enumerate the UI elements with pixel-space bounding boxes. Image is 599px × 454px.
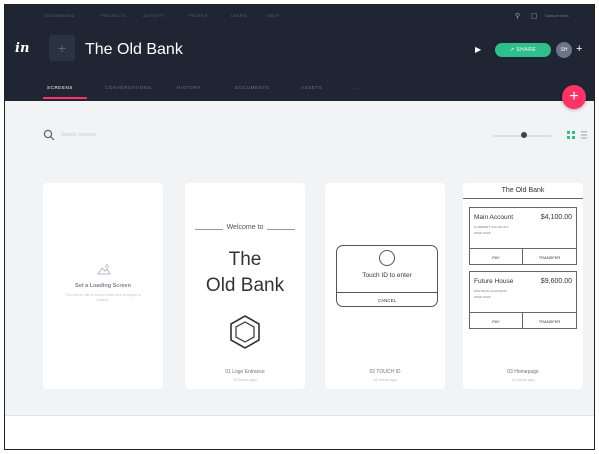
screen-timestamp: 15 hours ago (511, 377, 535, 382)
fingerprint-icon (379, 250, 395, 266)
screen-card-logo-entrance[interactable]: Welcome to The Old Bank 01 Logo Entrance… (185, 183, 305, 389)
nav-help[interactable]: HELP (267, 13, 279, 18)
welcome-text: Welcome to (185, 224, 305, 231)
tab-history[interactable]: HISTORY (177, 85, 201, 90)
loading-screen-title: Set a Loading Screen (75, 283, 131, 289)
nav-activity[interactable]: ACTIVITY (143, 13, 165, 18)
footer-area (5, 416, 594, 449)
welcome-label: Welcome to (222, 224, 268, 231)
account-name: Future House (474, 278, 514, 285)
app-window: DASHBOARD PROJECTS ACTIVITY PEOPLE LEARN… (4, 4, 595, 450)
project-tabs: SCREENS CONVERSATIONS HISTORY DOCUMENTS … (5, 77, 594, 101)
add-collaborator-icon[interactable]: + (576, 43, 582, 55)
touch-id-prompt: Touch ID to enter (362, 272, 412, 279)
logo-title-line1: The (228, 249, 262, 270)
screen-name: 01 Logo Entrance (225, 369, 265, 375)
logo-title-line2: Old Bank (205, 275, 285, 296)
avatar[interactable]: SH (556, 42, 572, 58)
account-name: Main Account (474, 214, 514, 221)
global-nav: DASHBOARD PROJECTS ACTIVITY PEOPLE LEARN… (5, 5, 594, 27)
homepage-header: The Old Bank (463, 183, 583, 199)
tab-more[interactable]: ... (353, 85, 359, 90)
share-label: SHARE (516, 47, 537, 53)
tab-assets[interactable]: ASSETS (301, 85, 322, 90)
add-screen-button[interactable]: + (562, 85, 586, 109)
project-title[interactable]: The Old Bank (85, 41, 183, 59)
tab-screens[interactable]: SCREENS (47, 85, 73, 90)
invision-logo[interactable]: in (15, 41, 29, 56)
screen-name: 03 Homepage (507, 369, 539, 375)
screen-timestamp: 15 hours ago (233, 377, 257, 382)
screen-name: 02 TOUCH ID (369, 369, 401, 375)
account-balance: $4,100.00 (540, 214, 572, 221)
account-number: 0000-0000 (474, 231, 492, 235)
active-tab-indicator (43, 97, 87, 99)
screen-timestamp: 15 hours ago (373, 377, 397, 382)
hexagon-logo-icon (230, 315, 260, 349)
user-menu[interactable]: Samuel Hess (545, 13, 569, 18)
tab-conversations[interactable]: CONVERSATIONS (105, 85, 151, 90)
account-type: CURRENT ACCOUNT (474, 225, 509, 229)
touch-id-cancel: CANCEL (337, 292, 437, 307)
account-type: SAVINGS ACCOUNT (474, 289, 508, 293)
nav-people[interactable]: PEOPLE (189, 13, 208, 18)
global-search-icon[interactable]: ⚲ (515, 12, 520, 20)
account-card-main: Main Account $4,100.00 CURRENT ACCOUNT 0… (469, 207, 577, 265)
transfer-label: TRANSFER (538, 319, 561, 324)
search-icon[interactable] (43, 129, 55, 141)
pay-label: PAY (470, 313, 523, 329)
touch-id-dialog: Touch ID to enter CANCEL (336, 245, 438, 307)
transfer-label: TRANSFER (538, 255, 561, 260)
top-bar: DASHBOARD PROJECTS ACTIVITY PEOPLE LEARN… (5, 5, 594, 101)
screen-card-homepage[interactable]: The Old Bank Main Account $4,100.00 CURR… (463, 183, 583, 389)
account-card-future-house: Future House $9,600.00 SAVINGS ACCOUNT 0… (469, 271, 577, 329)
nav-projects[interactable]: PROJECTS (101, 13, 126, 18)
account-balance: $9,600.00 (540, 278, 572, 285)
nav-learn[interactable]: LEARN (231, 13, 247, 18)
grid-view-icon[interactable] (567, 131, 575, 139)
nav-dashboard[interactable]: DASHBOARD (45, 13, 75, 18)
image-placeholder-icon (97, 264, 111, 275)
slider-handle[interactable] (521, 132, 527, 138)
tab-documents[interactable]: DOCUMENTS (235, 85, 269, 90)
preview-play-icon[interactable]: ▶ (475, 45, 481, 54)
account-actions: PAY TRANSFER (470, 312, 576, 329)
search-input[interactable]: Search screens (61, 132, 96, 138)
account-actions: PAY TRANSFER (470, 248, 576, 265)
share-button[interactable]: ↗ SHARE (495, 43, 551, 57)
loading-screen-description: This screen will be shown while your pro… (65, 293, 141, 302)
screen-card-touch-id[interactable]: Touch ID to enter CANCEL 02 TOUCH ID 15 … (325, 183, 445, 389)
loading-screen-card[interactable]: Set a Loading Screen This screen will be… (43, 183, 163, 389)
notifications-icon[interactable]: ▢ (531, 12, 538, 20)
account-number: 0000-0000 (474, 295, 492, 299)
project-thumbnail[interactable]: + (49, 35, 75, 61)
pay-label: PAY (470, 249, 523, 265)
list-view-icon[interactable] (581, 131, 587, 139)
